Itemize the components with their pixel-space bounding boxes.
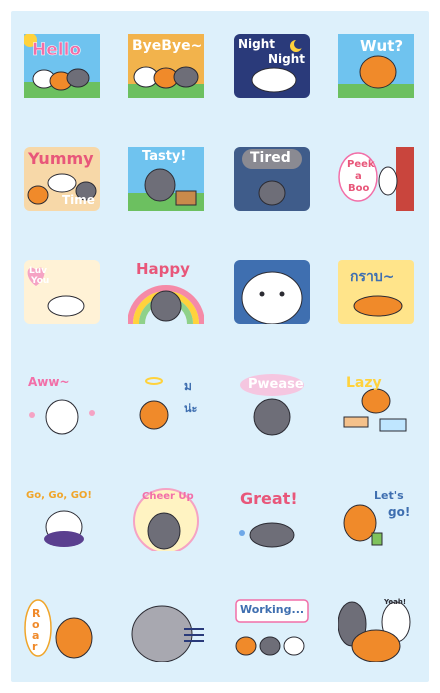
sticker-night-night[interactable]: Night Night: [234, 34, 310, 98]
sticker-go-go-go[interactable]: Go, Go, GO!: [24, 487, 100, 551]
please-text: Pwease: [248, 377, 304, 392]
great-text: Great!: [240, 489, 298, 508]
night-text-2: Night: [268, 52, 306, 66]
sticker-happy[interactable]: Happy: [128, 260, 204, 324]
yummy-text: Yummy: [28, 149, 94, 168]
sticker-yummy-time[interactable]: Yummy Time: [24, 147, 100, 211]
sticker-luv-you[interactable]: Luv You: [24, 260, 100, 324]
yeah-art: [338, 601, 411, 662]
sticker-great[interactable]: Great!: [234, 487, 310, 551]
krab-text: กราบ~: [350, 269, 395, 285]
aww-text: Aww~: [28, 375, 70, 389]
luv-text: Luv: [29, 266, 48, 276]
sticker-please[interactable]: Pwease: [234, 373, 310, 437]
sticker-working[interactable]: Working...: [234, 598, 310, 662]
time-text: Time: [62, 193, 95, 207]
peek-text: Peek: [347, 159, 375, 170]
sticker-grey-tiger[interactable]: [128, 598, 204, 662]
sticker-lets-go[interactable]: Let's go!: [338, 487, 414, 551]
sticker-thai-angel[interactable]: ม น่ะ: [128, 373, 204, 437]
sticker-tasty[interactable]: Tasty!: [128, 147, 204, 211]
roar-text: Roar: [32, 607, 41, 653]
sticker-krab[interactable]: กราบ~: [338, 260, 414, 324]
grey-tiger-art: [131, 605, 204, 662]
cheer-up-text: Cheer Up: [142, 491, 194, 502]
you-text: You: [31, 276, 50, 286]
hello-text: Hello: [32, 40, 82, 61]
thai-text-1: ม: [184, 379, 192, 393]
sticker-bye-bye[interactable]: ByeBye~: [128, 34, 204, 98]
happy-text: Happy: [136, 260, 190, 278]
sticker-lazy[interactable]: Lazy: [338, 373, 414, 437]
thai-text-2: น่ะ: [184, 402, 198, 415]
sticker-peek-a-boo[interactable]: Peek a Boo: [338, 147, 414, 211]
yeah-text: Yeah!: [384, 598, 407, 606]
go-go-go-text: Go, Go, GO!: [26, 490, 92, 501]
tired-text: Tired: [250, 150, 291, 166]
go-text: go!: [388, 505, 411, 519]
wut-text: Wut?: [360, 37, 404, 55]
night-text: Night: [238, 37, 276, 51]
peek-a-boo-art: [338, 147, 414, 211]
lazy-text: Lazy: [346, 375, 382, 391]
white-tiger-art: [234, 260, 310, 324]
lets-text: Let's: [374, 489, 404, 502]
boo-text: Boo: [348, 183, 370, 194]
sticker-cheer-up[interactable]: Cheer Up: [128, 487, 204, 551]
tasty-text: Tasty!: [142, 149, 187, 164]
sticker-panel: [11, 11, 429, 682]
sticker-white-tiger[interactable]: [234, 260, 310, 324]
sticker-aww[interactable]: Aww~: [24, 373, 100, 437]
sticker-roar[interactable]: Roar: [24, 598, 100, 662]
sticker-yeah[interactable]: Yeah!: [338, 598, 414, 662]
sticker-hello[interactable]: Hello: [24, 34, 100, 98]
a-text: a: [355, 171, 362, 182]
sticker-wut[interactable]: Wut?: [338, 34, 414, 98]
sticker-tired[interactable]: Tired: [234, 147, 310, 211]
working-text: Working...: [240, 603, 305, 616]
bye-bye-text: ByeBye~: [132, 38, 203, 54]
